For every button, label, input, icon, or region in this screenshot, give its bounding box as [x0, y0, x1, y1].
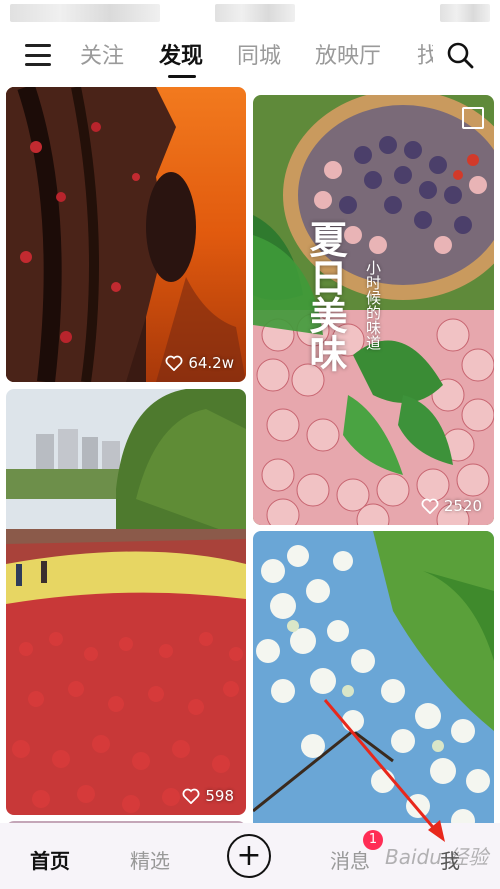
message-badge: 1 — [363, 830, 383, 850]
video-card[interactable]: 64.2w — [6, 87, 246, 382]
heart-icon — [182, 788, 200, 804]
nav-featured[interactable]: 精选 — [130, 845, 170, 874]
baidu-watermark: Baidu 经验 — [385, 845, 489, 869]
card-title-overlay: 夏日美味 — [303, 220, 348, 372]
search-icon[interactable] — [446, 41, 474, 69]
like-count-value: 598 — [205, 787, 234, 805]
tab-discover[interactable]: 发现 — [159, 38, 203, 70]
discover-feed: 64.2w 夏日美味 小时候的味道 2520 598 — [0, 83, 500, 823]
like-count: 598 — [182, 787, 234, 805]
video-card[interactable] — [253, 531, 494, 823]
like-count: 64.2w — [165, 354, 234, 372]
card-subtitle-overlay: 小时候的味道 — [364, 260, 382, 350]
sunset-tree-thumbnail — [6, 87, 246, 382]
blurred-status-center — [215, 4, 295, 22]
tab-find[interactable]: 找 — [417, 38, 433, 70]
video-card[interactable]: 夏日美味 小时候的味道 2520 — [253, 95, 494, 525]
add-button[interactable]: + — [227, 834, 271, 878]
blurred-status-right — [440, 4, 490, 22]
tab-follow[interactable]: 关注 — [80, 38, 124, 70]
heart-icon — [165, 355, 183, 371]
top-nav: 关注 发现 同城 放映厅 找 — [0, 28, 500, 83]
gallery-icon — [462, 107, 484, 129]
like-count-value: 2520 — [443, 497, 482, 515]
status-bar — [0, 0, 500, 28]
tulip-field-thumbnail — [6, 389, 246, 815]
nav-home[interactable]: 首页 — [30, 845, 70, 874]
heart-icon — [421, 498, 439, 514]
bottom-nav: 首页 精选 + 消息 1 Baidu 经验 我 — [0, 823, 500, 889]
white-blossom-thumbnail — [253, 531, 494, 823]
nav-me[interactable]: 我 — [440, 845, 460, 874]
like-count: 2520 — [421, 497, 482, 515]
blurred-status-left — [10, 4, 160, 22]
nav-messages[interactable]: 消息 — [330, 845, 370, 874]
like-count-value: 64.2w — [188, 354, 234, 372]
tab-cinema[interactable]: 放映厅 — [315, 38, 381, 70]
active-tab-indicator — [168, 75, 196, 78]
video-card[interactable]: 598 — [6, 389, 246, 815]
tab-nearby[interactable]: 同城 — [237, 38, 281, 70]
menu-icon[interactable] — [25, 44, 51, 66]
